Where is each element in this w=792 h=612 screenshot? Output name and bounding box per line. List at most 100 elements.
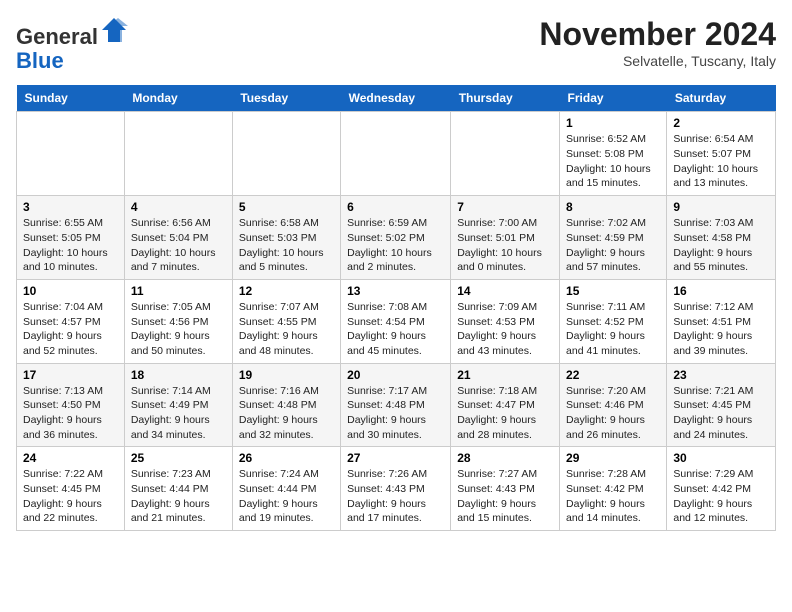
calendar-cell: 11 Sunrise: 7:05 AM Sunset: 4:56 PM Dayli…	[124, 279, 232, 363]
day-info: Sunrise: 7:18 AM Sunset: 4:47 PM Dayligh…	[457, 384, 553, 443]
calendar-cell: 4Sunrise: 6:56 AM Sunset: 5:04 PM Daylig…	[124, 196, 232, 280]
day-number: 1	[566, 116, 660, 130]
day-info: Sunrise: 7:22 AM Sunset: 4:45 PM Dayligh…	[23, 467, 118, 526]
day-number: 24	[23, 451, 118, 465]
month-title: November 2024	[539, 16, 776, 53]
calendar-cell	[341, 112, 451, 196]
logo-icon	[100, 16, 128, 44]
calendar-cell: 25Sunrise: 7:23 AM Sunset: 4:44 PM Dayli…	[124, 447, 232, 531]
calendar-cell: 17Sunrise: 7:13 AM Sunset: 4:50 PM Dayli…	[17, 363, 125, 447]
calendar-header: SundayMondayTuesdayWednesdayThursdayFrid…	[17, 85, 776, 112]
day-number: 17	[23, 368, 118, 382]
day-info: Sunrise: 7:26 AM Sunset: 4:43 PM Dayligh…	[347, 467, 444, 526]
week-row-2: 3 Sunrise: 6:55 AM Sunset: 5:05 PM Daylig…	[17, 196, 776, 280]
day-number: 14	[457, 284, 553, 298]
day-info: Sunrise: 7:21 AM Sunset: 4:45 PM Dayligh…	[673, 384, 769, 443]
day-info: Sunrise: 7:28 AM Sunset: 4:42 PM Dayligh…	[566, 467, 660, 526]
day-info: Sunrise: 7:14 AM Sunset: 4:49 PM Dayligh…	[131, 384, 226, 443]
header-cell-tuesday: Tuesday	[232, 85, 340, 112]
day-info: Sunrise: 7:02 AM Sunset: 4:59 PM Dayligh…	[566, 216, 660, 275]
week-row-4: 17Sunrise: 7:13 AM Sunset: 4:50 PM Dayli…	[17, 363, 776, 447]
logo-general: General	[16, 24, 98, 49]
header-cell-saturday: Saturday	[667, 85, 776, 112]
day-info: Sunrise: 7:07 AM Sunset: 4:55 PM Dayligh…	[239, 300, 334, 359]
title-block: November 2024 Selvatelle, Tuscany, Italy	[539, 16, 776, 69]
day-info: Sunrise: 6:54 AM Sunset: 5:07 PM Dayligh…	[673, 132, 769, 191]
day-info: Sunrise: 7:17 AM Sunset: 4:48 PM Dayligh…	[347, 384, 444, 443]
day-number: 18	[131, 368, 226, 382]
calendar-cell	[451, 112, 560, 196]
day-info: Sunrise: 7:29 AM Sunset: 4:42 PM Dayligh…	[673, 467, 769, 526]
day-number: 5	[239, 200, 334, 214]
day-info: Sunrise: 7:20 AM Sunset: 4:46 PM Dayligh…	[566, 384, 660, 443]
calendar-cell: 19 Sunrise: 7:16 AM Sunset: 4:48 PM Dayli…	[232, 363, 340, 447]
calendar-cell: 22 Sunrise: 7:20 AM Sunset: 4:46 PM Dayli…	[560, 363, 667, 447]
week-row-5: 24 Sunrise: 7:22 AM Sunset: 4:45 PM Dayli…	[17, 447, 776, 531]
calendar-cell: 28Sunrise: 7:27 AM Sunset: 4:43 PM Dayli…	[451, 447, 560, 531]
calendar-cell: 12Sunrise: 7:07 AM Sunset: 4:55 PM Dayli…	[232, 279, 340, 363]
calendar-cell	[232, 112, 340, 196]
day-number: 26	[239, 451, 334, 465]
day-number: 15	[566, 284, 660, 298]
day-info: Sunrise: 7:09 AM Sunset: 4:53 PM Dayligh…	[457, 300, 553, 359]
day-info: Sunrise: 6:58 AM Sunset: 5:03 PM Dayligh…	[239, 216, 334, 275]
header-cell-wednesday: Wednesday	[341, 85, 451, 112]
day-number: 27	[347, 451, 444, 465]
header-cell-friday: Friday	[560, 85, 667, 112]
location: Selvatelle, Tuscany, Italy	[539, 53, 776, 69]
calendar-cell: 18 Sunrise: 7:14 AM Sunset: 4:49 PM Dayli…	[124, 363, 232, 447]
week-row-3: 10Sunrise: 7:04 AM Sunset: 4:57 PM Dayli…	[17, 279, 776, 363]
calendar-body: 1 Sunrise: 6:52 AM Sunset: 5:08 PM Daylig…	[17, 112, 776, 531]
calendar-cell: 21Sunrise: 7:18 AM Sunset: 4:47 PM Dayli…	[451, 363, 560, 447]
day-info: Sunrise: 7:16 AM Sunset: 4:48 PM Dayligh…	[239, 384, 334, 443]
calendar-cell: 24 Sunrise: 7:22 AM Sunset: 4:45 PM Dayli…	[17, 447, 125, 531]
header-cell-sunday: Sunday	[17, 85, 125, 112]
day-info: Sunrise: 7:12 AM Sunset: 4:51 PM Dayligh…	[673, 300, 769, 359]
day-number: 9	[673, 200, 769, 214]
day-number: 29	[566, 451, 660, 465]
day-number: 8	[566, 200, 660, 214]
day-info: Sunrise: 6:52 AM Sunset: 5:08 PM Dayligh…	[566, 132, 660, 191]
day-info: Sunrise: 7:08 AM Sunset: 4:54 PM Dayligh…	[347, 300, 444, 359]
day-info: Sunrise: 6:56 AM Sunset: 5:04 PM Dayligh…	[131, 216, 226, 275]
day-info: Sunrise: 7:05 AM Sunset: 4:56 PM Dayligh…	[131, 300, 226, 359]
day-number: 25	[131, 451, 226, 465]
day-number: 22	[566, 368, 660, 382]
calendar-cell: 27 Sunrise: 7:26 AM Sunset: 4:43 PM Dayli…	[341, 447, 451, 531]
day-info: Sunrise: 6:55 AM Sunset: 5:05 PM Dayligh…	[23, 216, 118, 275]
day-number: 7	[457, 200, 553, 214]
day-number: 20	[347, 368, 444, 382]
calendar-cell: 2 Sunrise: 6:54 AM Sunset: 5:07 PM Daylig…	[667, 112, 776, 196]
calendar-cell: 20 Sunrise: 7:17 AM Sunset: 4:48 PM Dayli…	[341, 363, 451, 447]
calendar-cell: 29 Sunrise: 7:28 AM Sunset: 4:42 PM Dayli…	[560, 447, 667, 531]
logo-text: General Blue	[16, 16, 128, 73]
calendar-table: SundayMondayTuesdayWednesdayThursdayFrid…	[16, 85, 776, 531]
calendar-cell: 26Sunrise: 7:24 AM Sunset: 4:44 PM Dayli…	[232, 447, 340, 531]
logo-blue: Blue	[16, 48, 64, 73]
day-number: 28	[457, 451, 553, 465]
day-number: 23	[673, 368, 769, 382]
day-number: 16	[673, 284, 769, 298]
day-info: Sunrise: 7:11 AM Sunset: 4:52 PM Dayligh…	[566, 300, 660, 359]
calendar-cell: 5 Sunrise: 6:58 AM Sunset: 5:03 PM Daylig…	[232, 196, 340, 280]
calendar-cell: 7 Sunrise: 7:00 AM Sunset: 5:01 PM Daylig…	[451, 196, 560, 280]
calendar-cell	[124, 112, 232, 196]
day-info: Sunrise: 6:59 AM Sunset: 5:02 PM Dayligh…	[347, 216, 444, 275]
calendar-cell: 8 Sunrise: 7:02 AM Sunset: 4:59 PM Daylig…	[560, 196, 667, 280]
day-number: 11	[131, 284, 226, 298]
calendar-cell: 1 Sunrise: 6:52 AM Sunset: 5:08 PM Daylig…	[560, 112, 667, 196]
header-cell-thursday: Thursday	[451, 85, 560, 112]
calendar-cell: 30Sunrise: 7:29 AM Sunset: 4:42 PM Dayli…	[667, 447, 776, 531]
calendar-cell: 6 Sunrise: 6:59 AM Sunset: 5:02 PM Daylig…	[341, 196, 451, 280]
day-number: 6	[347, 200, 444, 214]
header-cell-monday: Monday	[124, 85, 232, 112]
calendar-cell	[17, 112, 125, 196]
day-info: Sunrise: 7:00 AM Sunset: 5:01 PM Dayligh…	[457, 216, 553, 275]
page-header: General Blue November 2024 Selvatelle, T…	[16, 16, 776, 73]
day-info: Sunrise: 7:03 AM Sunset: 4:58 PM Dayligh…	[673, 216, 769, 275]
day-number: 3	[23, 200, 118, 214]
logo: General Blue	[16, 16, 128, 73]
day-number: 19	[239, 368, 334, 382]
day-number: 2	[673, 116, 769, 130]
day-number: 13	[347, 284, 444, 298]
